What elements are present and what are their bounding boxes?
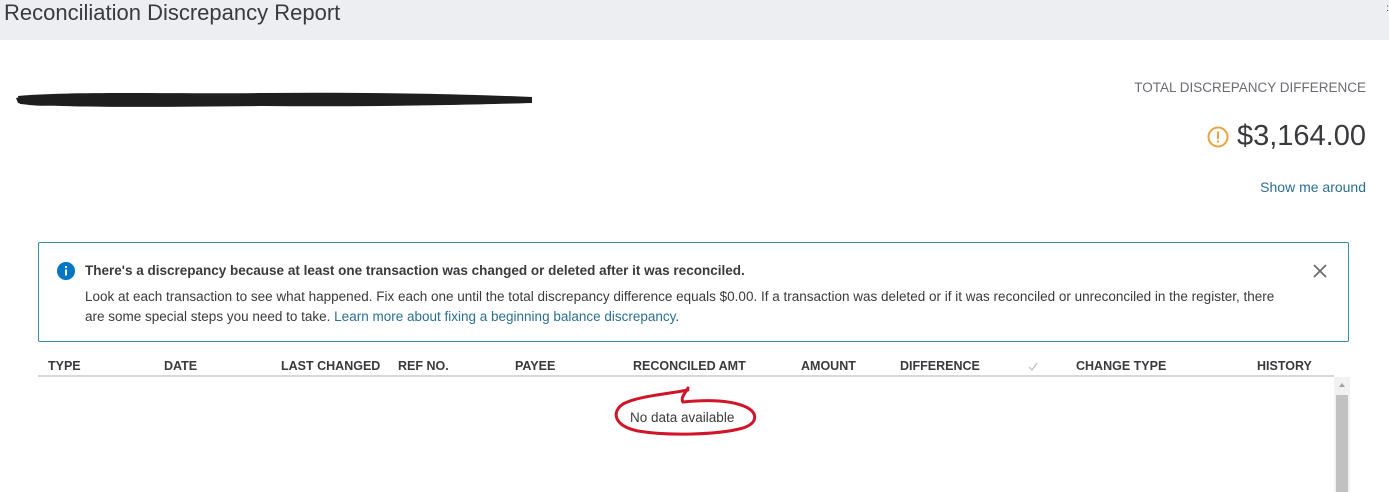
page-title: Reconciliation Discrepancy Report [4, 0, 341, 25]
banner-link-suffix: . [675, 308, 680, 324]
banner-body: Look at each transaction to see what hap… [85, 287, 1275, 326]
scroll-up-arrow-icon[interactable] [1334, 377, 1350, 393]
discrepancy-info-banner: There's a discrepancy because at least o… [38, 242, 1349, 342]
column-header-payee[interactable]: PAYEE [515, 359, 555, 373]
column-header-amount[interactable]: AMOUNT [801, 359, 856, 373]
header-bar: Reconciliation Discrepancy Report : [0, 0, 1389, 40]
banner-body-text: Look at each transaction to see what hap… [85, 289, 1275, 324]
info-icon [57, 262, 75, 280]
table-scrollbar[interactable] [1334, 377, 1350, 492]
column-header-type[interactable]: TYPE [48, 359, 81, 373]
redacted-company-name [16, 92, 532, 107]
warning-icon [1207, 126, 1229, 148]
total-discrepancy-label: TOTAL DISCREPANCY DIFFERENCE [1134, 80, 1366, 95]
total-discrepancy-amount: $3,164.00 [1236, 120, 1366, 152]
column-header-difference[interactable]: DIFFERENCE [900, 359, 980, 373]
checkmark-icon [1028, 362, 1038, 371]
column-header-ref-no[interactable]: REF NO. [398, 359, 449, 373]
scrollbar-thumb[interactable] [1336, 395, 1348, 492]
banner-title: There's a discrepancy because at least o… [85, 263, 745, 278]
column-header-last-changed[interactable]: LAST CHANGED [281, 359, 380, 373]
beginning-balance-help-link[interactable]: Learn more about fixing a beginning bala… [334, 309, 675, 324]
column-header-change-type[interactable]: CHANGE TYPE [1076, 359, 1166, 373]
table-header: TYPE DATE LAST CHANGED REF NO. PAYEE REC… [38, 355, 1334, 377]
column-header-date[interactable]: DATE [164, 359, 197, 373]
red-annotation-circle [614, 386, 757, 436]
close-icon[interactable] [1312, 263, 1328, 279]
column-header-reconciled-amt[interactable]: RECONCILED AMT [633, 359, 746, 373]
column-header-history[interactable]: HISTORY [1257, 359, 1312, 373]
total-discrepancy-amount-row: $3,164.00 [1207, 118, 1366, 154]
show-me-around-link[interactable]: Show me around [1260, 179, 1366, 195]
